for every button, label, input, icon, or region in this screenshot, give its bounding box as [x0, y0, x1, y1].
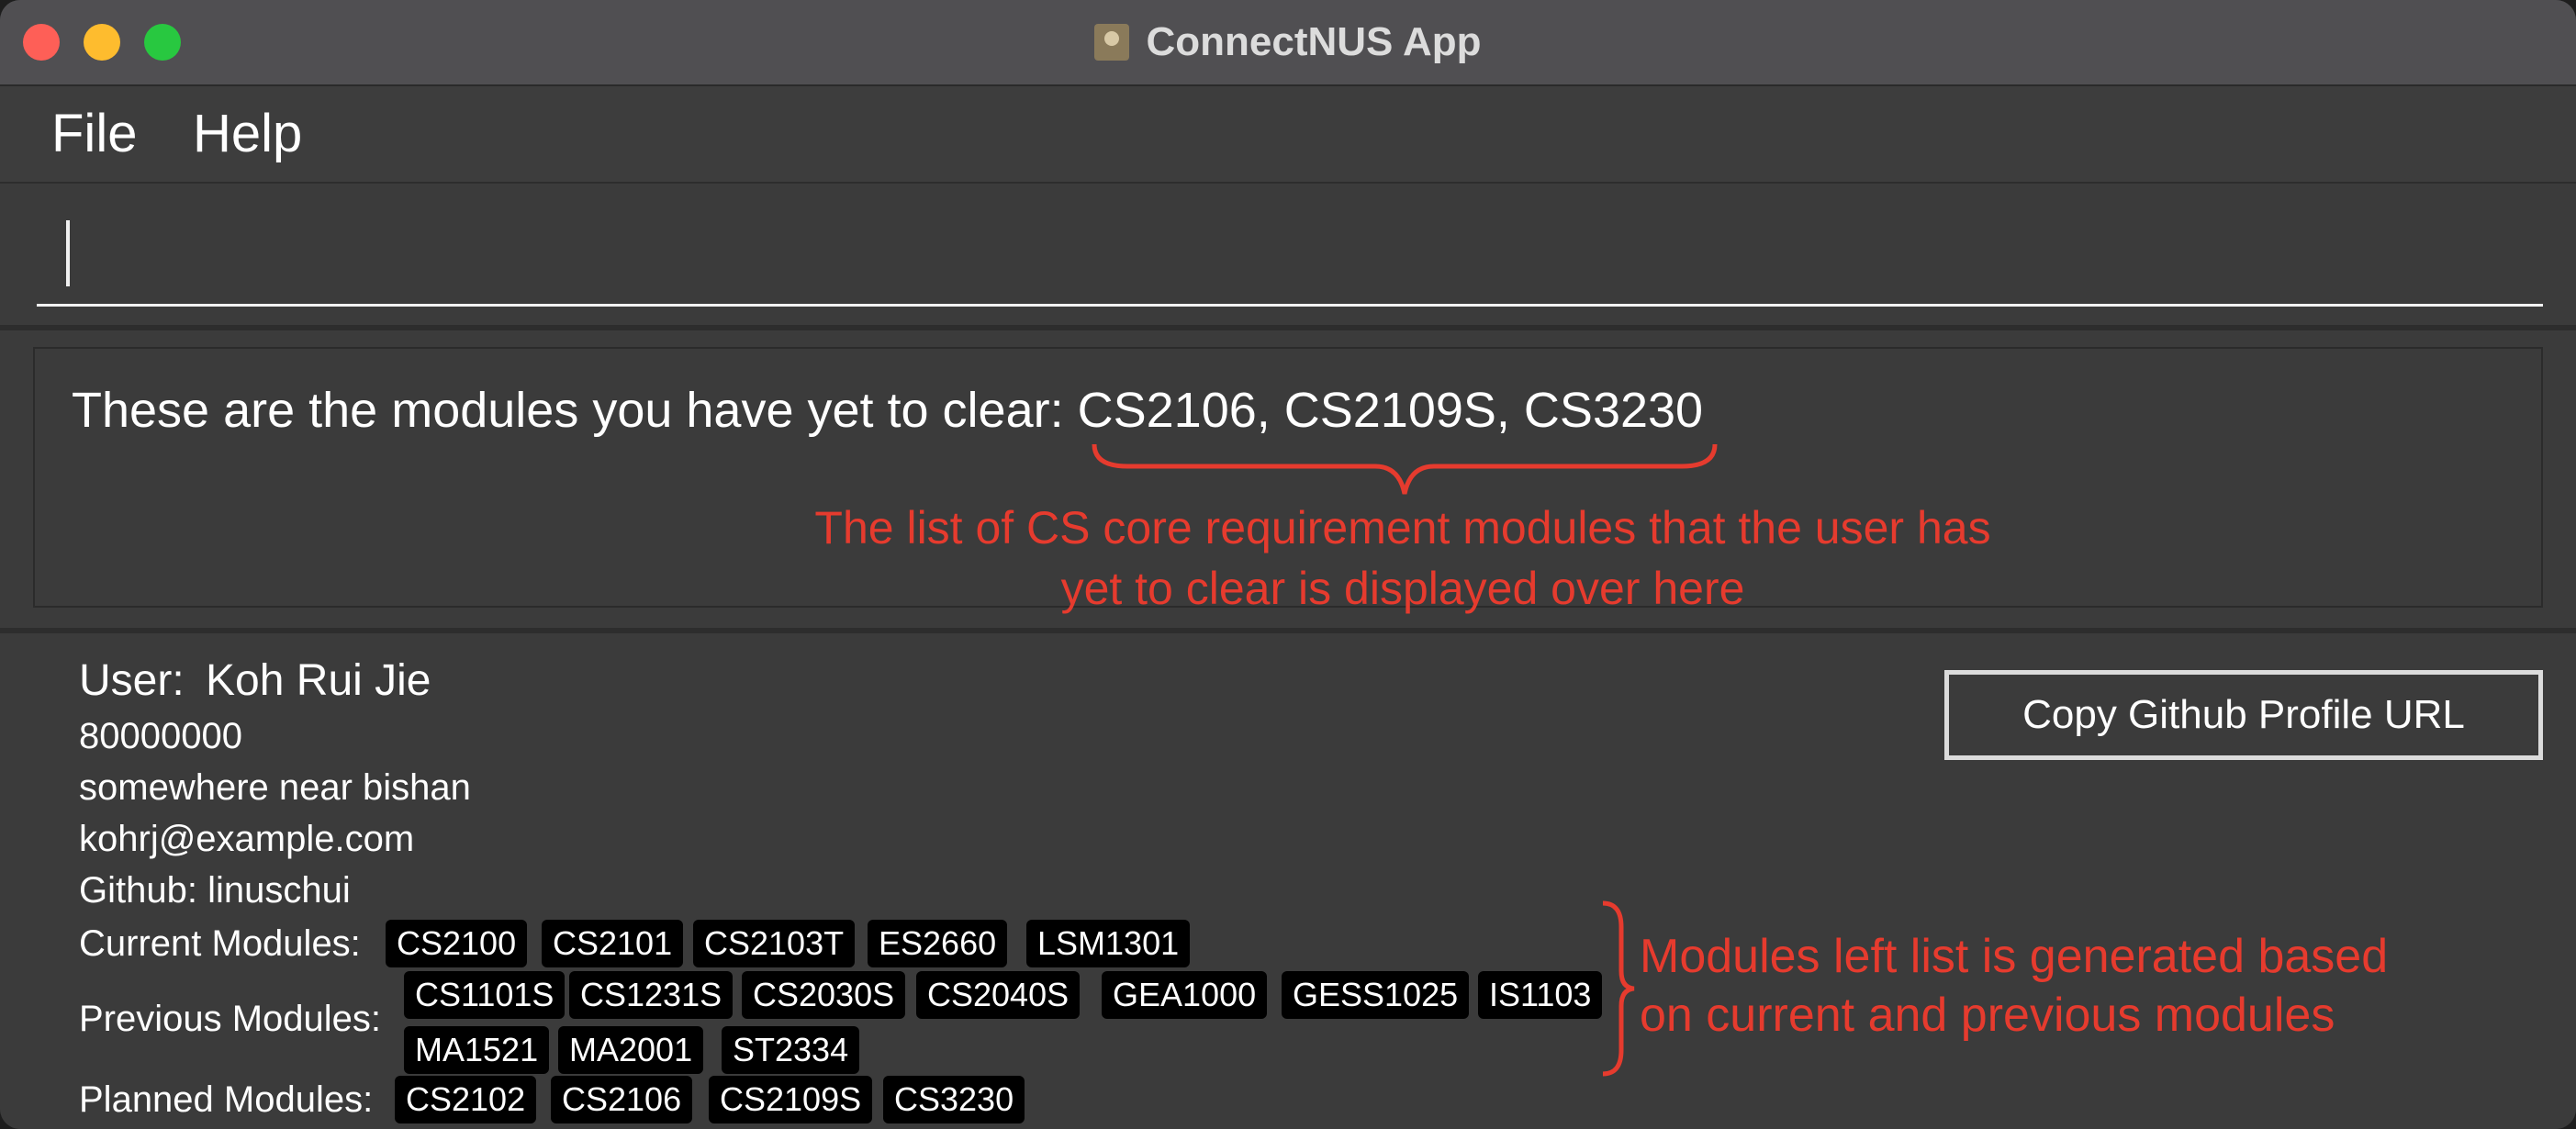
curly-brace-annotation: [1092, 443, 1718, 495]
current-module-chip: LSM1301: [1026, 920, 1191, 967]
planned-module-chip: CS2102: [395, 1076, 537, 1123]
title-bar: ConnectNUS App: [0, 0, 2576, 86]
previous-module-chip: MA2001: [558, 1026, 704, 1074]
user-label: User:: [79, 656, 185, 705]
modules-annotation: Modules left list is generated based on …: [1640, 927, 2388, 1045]
planned-module-chip: CS3230: [883, 1076, 1025, 1123]
result-annotation-line2: yet to clear is displayed over here: [1060, 563, 1745, 614]
result-text: These are the modules you have yet to cl…: [72, 383, 1704, 438]
modules-annotation-line1: Modules left list is generated based: [1640, 930, 2389, 983]
current-module-chip: ES2660: [868, 920, 1008, 967]
planned-modules-label: Planned Modules:: [79, 1079, 374, 1120]
github-username: Github: linuschui: [79, 870, 351, 911]
result-box: These are the modules you have yet to cl…: [33, 347, 2543, 614]
address: somewhere near bishan: [79, 767, 471, 808]
previous-module-chip: CS2030S: [742, 971, 906, 1019]
current-module-chip: CS2100: [386, 920, 528, 967]
previous-module-chip: CS2040S: [916, 971, 1081, 1019]
planned-module-chip: CS2106: [551, 1076, 693, 1123]
current-module-chip: CS2103T: [693, 920, 856, 967]
window-title-group: ConnectNUS App: [0, 0, 2576, 84]
previous-module-chip: MA1521: [404, 1026, 550, 1074]
previous-module-chip: ST2334: [722, 1026, 860, 1074]
person-card: User: Koh Rui Jie 80000000 somewhere nea…: [0, 628, 2576, 1129]
result-display: These are the modules you have yet to cl…: [0, 330, 2576, 624]
previous-module-chip: GESS1025: [1282, 971, 1470, 1019]
previous-module-chip: GEA1000: [1102, 971, 1268, 1019]
app-window: ConnectNUS App File Help These are the m…: [0, 0, 2576, 1129]
previous-module-chip: IS1103: [1478, 971, 1603, 1019]
text-caret: [66, 220, 70, 286]
current-module-chip: CS2101: [542, 920, 684, 967]
curly-brace-annotation: [1602, 900, 1635, 1077]
modules-annotation-line2: on current and previous modules: [1640, 989, 2335, 1042]
previous-modules-label: Previous Modules:: [79, 999, 382, 1039]
menu-bar: File Help: [0, 86, 2576, 184]
command-box: [0, 184, 2576, 330]
result-annotation-line1: The list of CS core requirement modules …: [814, 502, 1991, 553]
menu-help[interactable]: Help: [193, 103, 302, 164]
previous-module-chip: CS1231S: [569, 971, 734, 1019]
phone: 80000000: [79, 716, 242, 756]
current-modules-label: Current Modules:: [79, 923, 361, 964]
user-name-line: User: Koh Rui Jie: [79, 655, 431, 706]
app-icon: [1094, 24, 1130, 61]
email: kohrj@example.com: [79, 819, 415, 859]
copy-github-url-button[interactable]: Copy Github Profile URL: [1944, 670, 2543, 760]
planned-module-chip: CS2109S: [709, 1076, 873, 1123]
menu-file[interactable]: File: [51, 103, 137, 164]
user-name: Koh Rui Jie: [206, 656, 431, 705]
window-title: ConnectNUS App: [1146, 19, 1482, 64]
previous-module-chip: CS1101S: [404, 971, 566, 1019]
command-input[interactable]: [37, 211, 2543, 307]
result-annotation: The list of CS core requirement modules …: [733, 497, 2073, 619]
